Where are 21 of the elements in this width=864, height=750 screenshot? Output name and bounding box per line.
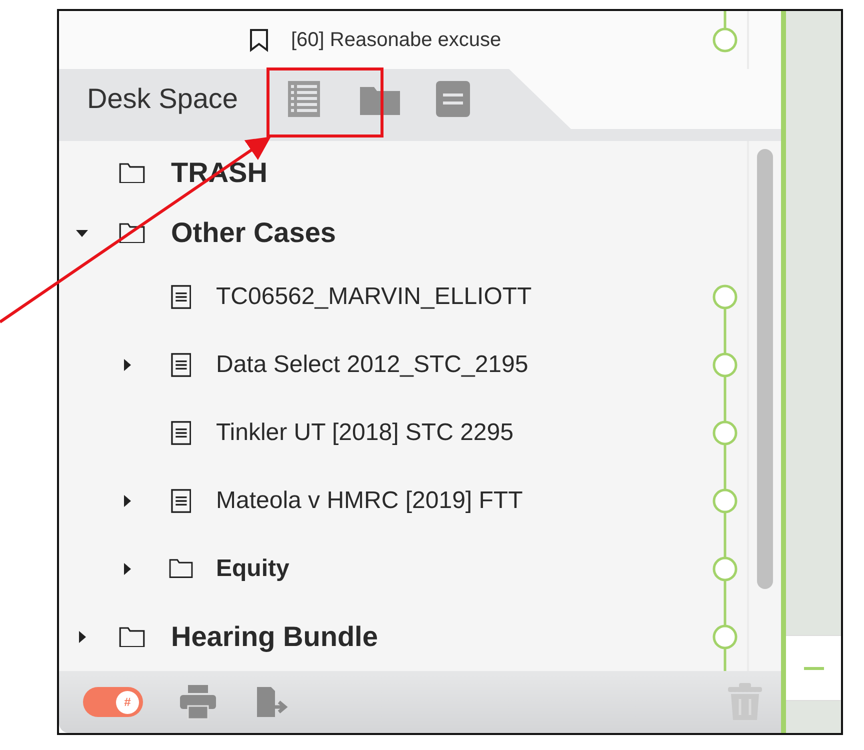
document-icon xyxy=(170,285,192,309)
scrollbar-thumb[interactable] xyxy=(757,149,773,589)
document-icon xyxy=(170,353,192,377)
tree-item-label[interactable]: Tinkler UT [2018] STC 2295 xyxy=(216,419,514,447)
bookmark-icon xyxy=(249,28,269,52)
tree-item-label[interactable]: [60] Reasonabe excuse xyxy=(291,28,502,52)
folder-icon xyxy=(119,222,145,244)
tree-item-label[interactable]: Hearing Bundle xyxy=(171,621,378,653)
minus-mark xyxy=(804,666,824,670)
folder-icon xyxy=(119,162,145,184)
document-icon xyxy=(170,489,192,513)
tree-item-label[interactable]: Equity xyxy=(216,555,290,583)
folder-icon xyxy=(119,626,145,648)
folder-icon xyxy=(169,559,193,579)
tree-item-label[interactable]: Other Cases xyxy=(171,217,336,249)
panel-title: Desk Space xyxy=(87,83,238,115)
print-icon[interactable] xyxy=(179,684,217,720)
tree-item-label[interactable]: Mateola v HMRC [2019] FTT xyxy=(216,487,523,515)
tree-item-label[interactable]: Data Select 2012_STC_2195 xyxy=(216,351,528,379)
tree-item-label[interactable]: TC06562_MARVIN_ELLIOTT xyxy=(216,283,532,311)
document-icon xyxy=(170,421,192,445)
